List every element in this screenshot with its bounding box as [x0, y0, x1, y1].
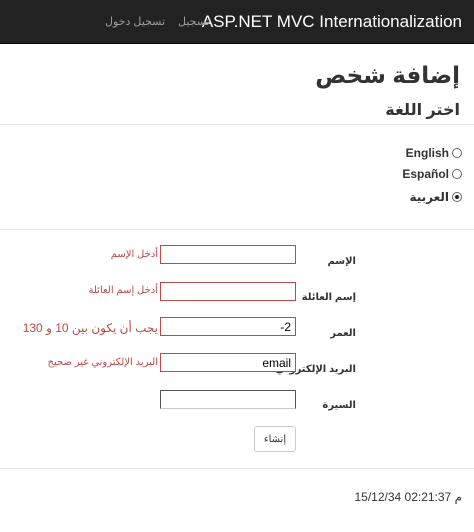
biography-label: السيرة [322, 400, 356, 411]
age-label: العمر [330, 328, 356, 339]
family-name-error: أدخل إسم العائلة [88, 285, 158, 296]
divider [0, 468, 474, 469]
divider [0, 229, 474, 230]
family-name-input[interactable] [160, 282, 296, 301]
divider [0, 124, 474, 125]
name-error: أدخل الإسم [110, 249, 158, 260]
language-option-arabic[interactable]: العربية [409, 189, 462, 205]
radio-english[interactable] [452, 148, 462, 158]
register-link[interactable]: تسجيل [178, 15, 210, 28]
name-input[interactable] [160, 245, 296, 264]
language-label-spanish: Español [402, 167, 449, 181]
language-label-arabic: العربية [409, 190, 449, 204]
language-option-spanish[interactable]: Español [402, 166, 462, 182]
family-name-label: إسم العائلة [301, 292, 356, 303]
brand-link[interactable]: ASP.NET MVC Internationalization [202, 12, 462, 32]
language-heading: اختر اللغة [385, 102, 460, 119]
footer-timestamp: 15/12/34 02:21:37 م [354, 490, 462, 504]
login-link[interactable]: تسجيل دخول [105, 15, 165, 28]
age-input[interactable] [160, 317, 296, 336]
email-error: البريد الإلكتروني غير صحيح [47, 357, 158, 368]
age-error: يجب أن يكون بين 10 و 130 [22, 321, 158, 335]
radio-spanish[interactable] [452, 169, 462, 179]
email-input[interactable] [160, 353, 296, 372]
language-option-english[interactable]: English [406, 145, 462, 161]
biography-input[interactable] [160, 390, 296, 409]
name-label: الإسم [327, 256, 356, 267]
radio-arabic[interactable] [452, 192, 462, 202]
page-title: إضافة شخص [315, 62, 460, 88]
create-button[interactable]: إنشاء [254, 426, 296, 452]
language-label-english: English [405, 146, 449, 160]
navbar: ASP.NET MVC Internationalization تسجيل ت… [0, 0, 474, 44]
